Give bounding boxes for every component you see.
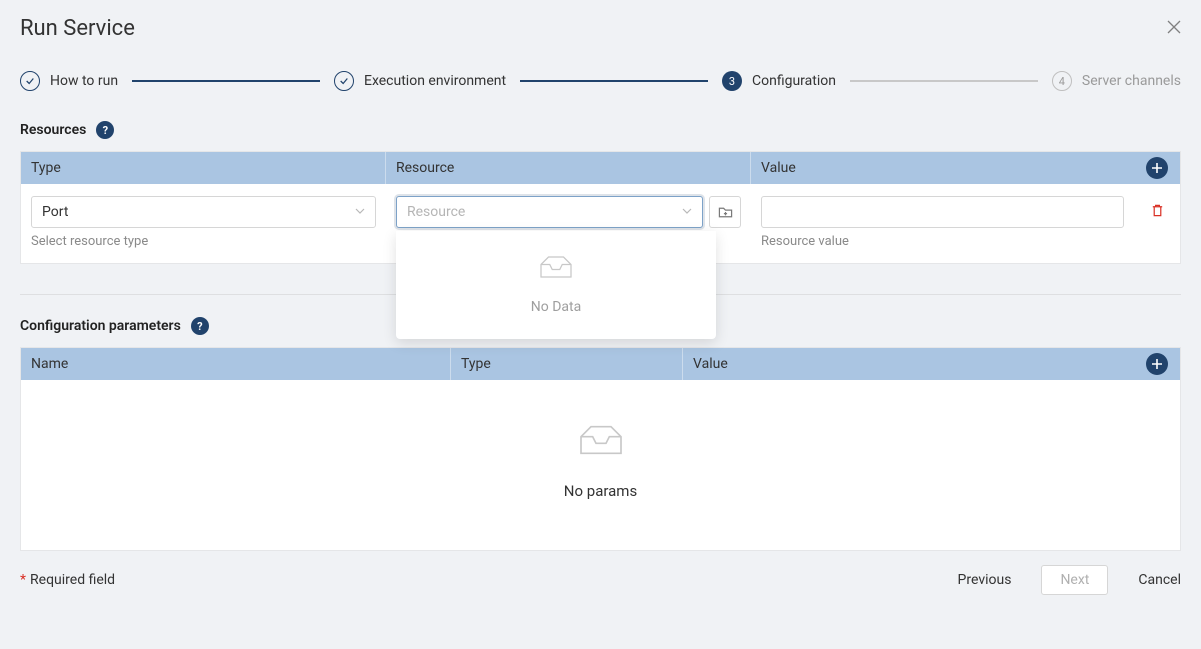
resources-table: Type Resource Value Port Select resource… [20,151,1181,264]
cancel-button[interactable]: Cancel [1138,572,1181,588]
step-connector [132,80,320,82]
add-resource-button[interactable] [1146,157,1168,179]
footer: *Required field Previous Next Cancel [0,551,1201,595]
next-button: Next [1041,565,1108,595]
wizard-steps: How to run Execution environment 3 Confi… [0,51,1201,121]
section-label: Resources [20,122,86,138]
value-input[interactable] [761,196,1124,228]
no-params-text: No params [564,482,637,500]
step-label: How to run [50,73,118,89]
asterisk-icon: * [20,572,26,588]
step-server-channels: 4 Server channels [1052,71,1181,91]
helper-text: Select resource type [31,234,376,249]
th-value: Value [683,348,1134,380]
th-value: Value [751,152,1134,184]
step-label: Server channels [1082,73,1181,89]
close-icon[interactable] [1167,18,1181,39]
step-number-icon: 4 [1052,71,1072,91]
step-connector [850,80,1038,82]
empty-box-icon [536,251,576,287]
params-empty-state: No params [21,380,1180,550]
helper-text: Resource value [761,234,1124,249]
params-table: Name Type Value No params [20,347,1181,551]
th-name: Name [21,348,451,380]
th-type: Type [21,152,386,184]
step-label: Configuration [752,73,836,89]
required-text: Required field [30,572,115,588]
no-data-text: No Data [531,299,581,315]
step-how-to-run[interactable]: How to run [20,71,118,91]
select-placeholder: Resource [407,204,465,220]
check-icon [20,71,40,91]
browse-resource-button[interactable] [709,196,741,228]
section-label: Configuration parameters [20,318,181,334]
th-resource: Resource [386,152,751,184]
resource-select[interactable]: Resource No Data [396,196,703,228]
chevron-down-icon [355,204,365,220]
chevron-down-icon [682,204,692,220]
select-value: Port [42,204,68,220]
empty-box-icon [574,420,628,464]
step-configuration[interactable]: 3 Configuration [722,71,836,91]
required-note: *Required field [20,572,115,588]
resource-dropdown-panel: No Data [396,231,716,339]
resources-section-title: Resources ? [0,121,1201,139]
check-icon [334,71,354,91]
help-icon[interactable]: ? [96,121,114,139]
step-label: Execution environment [364,73,506,89]
add-param-button[interactable] [1146,353,1168,375]
previous-button[interactable]: Previous [958,572,1012,588]
delete-row-button[interactable] [1150,203,1165,222]
help-icon[interactable]: ? [191,317,209,335]
table-row: Port Select resource type Resource [21,184,1180,263]
step-connector [520,80,708,82]
step-execution-environment[interactable]: Execution environment [334,71,506,91]
th-type: Type [451,348,683,380]
page-title: Run Service [20,16,135,41]
type-select[interactable]: Port [31,196,376,228]
step-number-icon: 3 [722,71,742,91]
